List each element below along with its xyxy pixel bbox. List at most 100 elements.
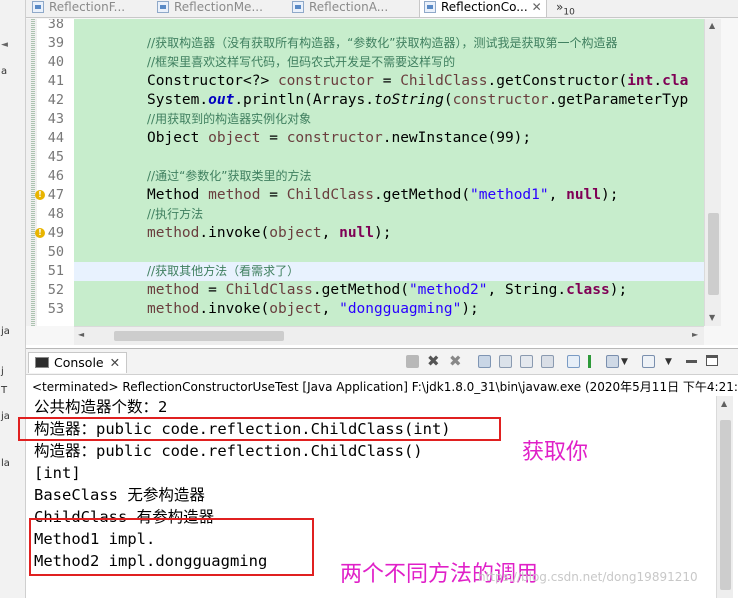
tab-reflection-f[interactable]: ReflectionF... xyxy=(32,0,125,17)
clear-console-icon[interactable] xyxy=(499,355,512,368)
java-file-icon xyxy=(292,1,304,13)
display-console-icon[interactable] xyxy=(606,355,619,368)
scroll-lock-icon[interactable] xyxy=(478,355,491,368)
code-token: null xyxy=(339,225,375,241)
code-token: , xyxy=(548,187,567,203)
code-token: . xyxy=(653,73,663,89)
tab-reflection-me[interactable]: ReflectionMe... xyxy=(157,0,263,17)
close-icon[interactable]: ✕ xyxy=(110,355,120,370)
code-token: = xyxy=(260,130,287,146)
tab-console[interactable]: Console ✕ xyxy=(28,352,128,373)
strip-char: ja xyxy=(1,326,10,337)
code-token: "method2" xyxy=(408,282,488,298)
line-number: 50 xyxy=(47,244,64,260)
code-comment: //用获取到的构造器实例化对象 xyxy=(147,112,312,126)
code-line[interactable]: 42 System.out.println(Arrays.toString(con… xyxy=(26,91,704,110)
close-icon[interactable]: ✕ xyxy=(532,0,542,14)
tab-label: ReflectionA... xyxy=(309,0,389,14)
scroll-up-icon[interactable]: ▲ xyxy=(721,399,727,408)
pin-console-icon[interactable] xyxy=(567,355,580,368)
code-token: Method xyxy=(147,187,209,203)
editor-hscroll-thumb[interactable] xyxy=(114,331,284,341)
remove-launch-icon[interactable]: ✖ xyxy=(427,352,440,370)
highlight-box-methods xyxy=(29,518,314,576)
code-token: Object xyxy=(147,130,209,146)
code-token: constructor xyxy=(286,130,383,146)
code-token: "method1" xyxy=(470,187,549,203)
maximize-icon[interactable] xyxy=(706,355,718,366)
code-line[interactable]: 38 xyxy=(26,19,704,34)
console-vertical-scrollbar[interactable]: ▲ xyxy=(716,396,733,598)
code-token: method xyxy=(147,301,200,317)
code-token: cla xyxy=(662,73,689,89)
tab-reflection-co[interactable]: ReflectionCo... ✕ xyxy=(419,0,547,17)
code-text: method.invoke(object, null); xyxy=(147,224,391,243)
code-token: Constructor<?> xyxy=(147,73,278,89)
code-line[interactable]: 52 method = ChildClass.getMethod("method2… xyxy=(26,281,704,300)
line-number: 48 xyxy=(47,206,64,222)
pin-icon[interactable] xyxy=(588,355,601,368)
editor-vertical-scrollbar[interactable]: ▲ ▼ xyxy=(704,19,721,326)
code-line[interactable]: 53 method.invoke(object, "dongguagming"); xyxy=(26,300,704,319)
console-icon xyxy=(35,357,49,368)
collapse-arrow-icon[interactable]: ◄ xyxy=(1,40,8,50)
code-text: method = ChildClass.getMethod("method2",… xyxy=(147,281,627,300)
console-scroll-thumb[interactable] xyxy=(720,420,731,590)
code-line[interactable]: 44 Object object = constructor.newInstanc… xyxy=(26,129,704,148)
code-text: Object object = constructor.newInstance(… xyxy=(147,129,531,148)
code-line[interactable]: 41 Constructor<?> constructor = ChildClas… xyxy=(26,72,704,91)
code-line[interactable]: 49! method.invoke(object, null); xyxy=(26,224,704,243)
line-number: 51 xyxy=(47,263,64,279)
code-token: object xyxy=(269,225,322,241)
scroll-left-icon[interactable]: ◄ xyxy=(78,330,84,339)
highlight-box-constructor xyxy=(18,417,501,441)
code-token: System. xyxy=(147,92,209,108)
output-line: 公共构造器个数：2 xyxy=(34,398,168,416)
scroll-up-icon[interactable]: ▲ xyxy=(709,21,715,30)
code-line[interactable]: 39 //获取构造器（没有获取所有构造器，“参数化”获取构造器），测试我是获取第一… xyxy=(26,34,704,53)
line-number: 52 xyxy=(47,282,64,298)
open-console-icon[interactable] xyxy=(642,355,655,368)
scroll-right-icon[interactable]: ► xyxy=(692,330,698,339)
line-number: 46 xyxy=(47,168,64,184)
line-number: 44 xyxy=(47,130,64,146)
line-number: 39 xyxy=(47,35,64,51)
code-token: constructor xyxy=(452,92,549,108)
code-line[interactable]: 48 //执行方法 xyxy=(26,205,704,224)
code-line[interactable]: 50 xyxy=(26,243,704,262)
warning-icon[interactable]: ! xyxy=(35,228,45,238)
terminate-icon[interactable] xyxy=(406,355,419,368)
code-token: ChildClass xyxy=(286,187,375,203)
strip-char: la xyxy=(1,458,10,469)
chevron-down-icon[interactable]: ▼ xyxy=(665,357,678,370)
code-area[interactable]: 38 39 //获取构造器（没有获取所有构造器，“参数化”获取构造器），测试我是获取… xyxy=(26,19,738,326)
code-line[interactable]: 51 //获取其他方法（看需求了） xyxy=(26,262,704,281)
editor-scroll-thumb[interactable] xyxy=(708,213,719,295)
warning-icon[interactable]: ! xyxy=(35,190,45,200)
remove-all-terminated-icon[interactable]: ✖ xyxy=(449,352,462,370)
minimize-icon[interactable] xyxy=(686,360,697,363)
code-line[interactable]: 40 //框架里喜欢这样写代码，但码农式开发是不需要这样写的 xyxy=(26,53,704,72)
code-line[interactable]: 46 //通过“参数化”获取类里的方法 xyxy=(26,167,704,186)
tab-overflow-button[interactable]: »10 xyxy=(556,0,575,17)
overview-ruler xyxy=(721,19,738,326)
show-console-icon[interactable] xyxy=(541,355,554,368)
left-panel-strip[interactable]: a j ja ja T la ◄ xyxy=(0,0,26,598)
word-wrap-icon[interactable] xyxy=(520,355,533,368)
chevron-down-icon[interactable]: ▼ xyxy=(621,357,634,370)
code-line[interactable]: 47! Method method = ChildClass.getMethod(… xyxy=(26,186,704,205)
line-number: 43 xyxy=(47,111,64,127)
editor-horizontal-scrollbar[interactable]: ◄ ► xyxy=(74,326,704,345)
tab-reflection-a[interactable]: ReflectionA... xyxy=(292,0,389,17)
scroll-down-icon[interactable]: ▼ xyxy=(709,313,715,322)
code-token: ChildClass xyxy=(225,282,313,298)
code-text: method.invoke(object, "dongguagming"); xyxy=(147,300,479,319)
code-token: = xyxy=(199,282,226,298)
code-line[interactable]: 45 xyxy=(26,148,704,167)
code-comment: //执行方法 xyxy=(147,207,204,221)
code-token: , xyxy=(321,225,340,241)
code-line[interactable]: 43 //用获取到的构造器实例化对象 xyxy=(26,110,704,129)
code-token: .invoke( xyxy=(199,225,270,241)
code-text: Method method = ChildClass.getMethod("me… xyxy=(147,186,618,205)
code-text: Constructor<?> constructor = ChildClass.… xyxy=(147,72,688,91)
